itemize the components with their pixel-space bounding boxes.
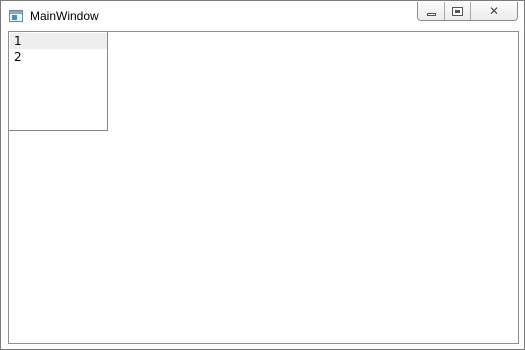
window-title: MainWindow (30, 9, 99, 23)
maximize-button[interactable] (445, 2, 471, 20)
window-app-icon[interactable] (9, 10, 23, 22)
client-area: 1 2 (8, 31, 519, 344)
list-item[interactable]: 1 (10, 33, 107, 49)
close-icon: ✕ (488, 4, 500, 18)
maximize-icon (452, 6, 463, 16)
close-button[interactable]: ✕ (471, 2, 517, 20)
app-icon-pane-shape (12, 15, 17, 20)
caption-buttons: ✕ (417, 2, 518, 21)
minimize-button[interactable] (418, 2, 445, 20)
minimize-icon (426, 12, 436, 16)
app-icon-titlebar-shape (10, 11, 22, 14)
list-box[interactable]: 1 2 (9, 32, 108, 131)
main-window: MainWindow ✕ 1 2 (0, 0, 525, 350)
title-bar[interactable]: MainWindow ✕ (1, 1, 524, 31)
list-item[interactable]: 2 (10, 49, 107, 65)
